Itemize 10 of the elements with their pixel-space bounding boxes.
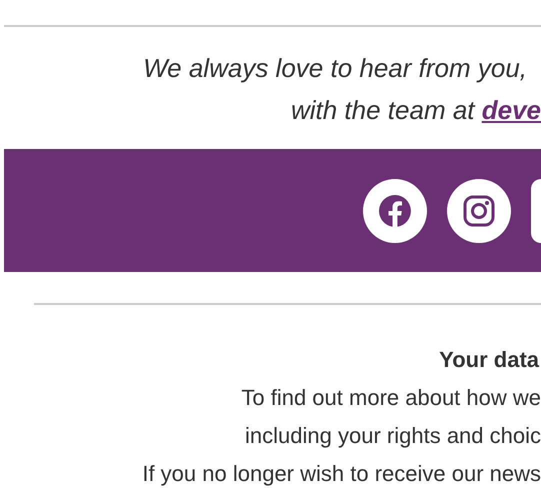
facebook-icon bbox=[378, 194, 412, 228]
message-text: We always love to hear from you, bbox=[143, 52, 528, 85]
body-text: To find out more about how we bbox=[241, 384, 541, 412]
message-text: with the team at bbox=[290, 95, 476, 125]
body-text: If you no longer wish to receive our news bbox=[142, 460, 541, 488]
body-text: including your rights and choic bbox=[245, 422, 541, 450]
email-link[interactable]: deve bbox=[482, 95, 541, 125]
instagram-icon bbox=[462, 194, 496, 228]
social-link[interactable] bbox=[531, 178, 541, 242]
section-title: Your data bbox=[439, 346, 540, 374]
